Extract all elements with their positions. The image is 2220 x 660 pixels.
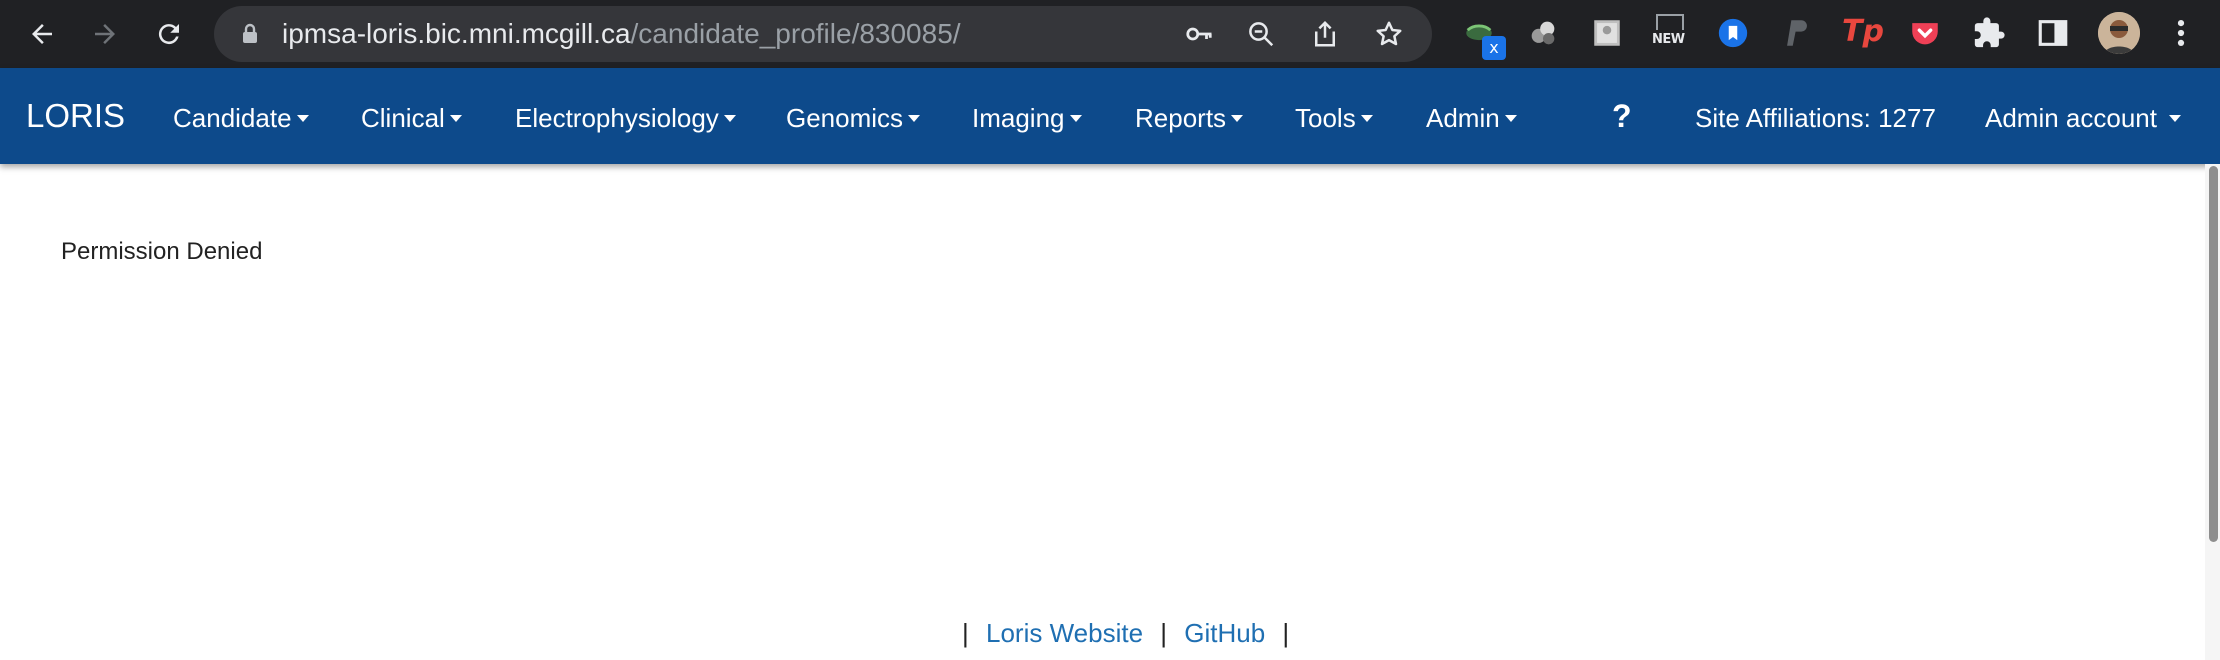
caret-down-icon	[1360, 114, 1373, 122]
github-link[interactable]: GitHub	[1184, 618, 1265, 648]
forward-icon[interactable]	[83, 12, 127, 56]
star-icon[interactable]	[1374, 19, 1404, 49]
nav-label: Imaging	[972, 103, 1065, 133]
nav-imaging[interactable]: Imaging	[972, 68, 1082, 164]
permission-denied-message: Permission Denied	[61, 238, 263, 265]
caret-down-icon	[2168, 114, 2181, 122]
ext-new-icon[interactable]: NEW	[1652, 14, 1688, 52]
address-bar[interactable]: ipmsa-loris.bic.mni.mcgill.ca/candidate_…	[214, 6, 1432, 62]
nav-electrophysiology[interactable]: Electrophysiology	[515, 68, 736, 164]
nav-label: Electrophysiology	[515, 103, 719, 133]
site-affiliations[interactable]: Site Affiliations: 1277	[1695, 68, 1936, 164]
pocket-icon[interactable]	[1906, 14, 1944, 52]
puzzle-icon[interactable]	[1970, 14, 2008, 52]
nav-candidate[interactable]: Candidate	[173, 68, 309, 164]
footer-separator: |	[1282, 618, 1290, 648]
caret-down-icon	[1231, 114, 1244, 122]
nav-label: Tools	[1295, 103, 1356, 133]
footer-separator: |	[1160, 618, 1168, 648]
reload-icon[interactable]	[147, 12, 191, 56]
caret-down-icon	[449, 114, 462, 122]
nav-genomics[interactable]: Genomics	[786, 68, 921, 164]
nav-label: Reports	[1135, 103, 1227, 133]
caret-down-icon	[1069, 114, 1082, 122]
ext-badge: x	[1482, 36, 1506, 60]
scrollbar-thumb[interactable]	[2209, 166, 2218, 542]
loris-website-link[interactable]: Loris Website	[986, 618, 1143, 648]
nav-label: Admin	[1426, 103, 1500, 133]
user-menu[interactable]: Admin account	[1985, 68, 2181, 164]
ext-image-icon[interactable]	[1588, 14, 1626, 52]
kebab-menu-icon[interactable]	[2162, 14, 2200, 52]
caret-down-icon	[1504, 114, 1517, 122]
browser-toolbar: ipmsa-loris.bic.mni.mcgill.ca/candidate_…	[0, 0, 2220, 68]
footer: | Loris Website | GitHub |	[952, 618, 1299, 649]
nav-label: Candidate	[173, 103, 292, 133]
share-icon[interactable]	[1310, 19, 1340, 49]
key-icon[interactable]	[1184, 19, 1214, 49]
nav-clinical[interactable]: Clinical	[361, 68, 462, 164]
nav-admin[interactable]: Admin	[1426, 68, 1517, 164]
nav-label: Clinical	[361, 103, 445, 133]
url-text[interactable]: ipmsa-loris.bic.mni.mcgill.ca/candidate_…	[282, 6, 961, 62]
sidebar-icon[interactable]	[2034, 14, 2072, 52]
new-label: NEW	[1652, 32, 1685, 47]
caret-down-icon	[723, 114, 736, 122]
ext-tp-icon[interactable]: Tp	[1842, 12, 1884, 52]
url-host: ipmsa-loris.bic.mni.mcgill.ca	[282, 18, 631, 49]
caret-down-icon	[296, 114, 309, 122]
nav-tools[interactable]: Tools	[1295, 68, 1373, 164]
lock-icon[interactable]	[238, 22, 262, 46]
help-button[interactable]: ?	[1612, 68, 1632, 164]
avatar[interactable]	[2098, 12, 2140, 54]
footer-separator: |	[962, 618, 969, 648]
zoom-out-icon[interactable]	[1246, 19, 1276, 49]
user-menu-label: Admin account	[1985, 103, 2157, 133]
nav-label: Genomics	[786, 103, 904, 133]
ext-bookmark-icon[interactable]	[1714, 14, 1752, 52]
nav-reports[interactable]: Reports	[1135, 68, 1244, 164]
ext-spheres-icon[interactable]	[1524, 14, 1562, 52]
loris-navbar: LORIS Candidate Clinical Electrophysiolo…	[0, 68, 2220, 164]
back-icon[interactable]	[20, 12, 64, 56]
ext-paypal-icon[interactable]	[1778, 14, 1816, 52]
loris-brand[interactable]: LORIS	[26, 68, 125, 164]
url-path: /candidate_profile/830085/	[630, 18, 961, 49]
caret-down-icon	[908, 114, 921, 122]
